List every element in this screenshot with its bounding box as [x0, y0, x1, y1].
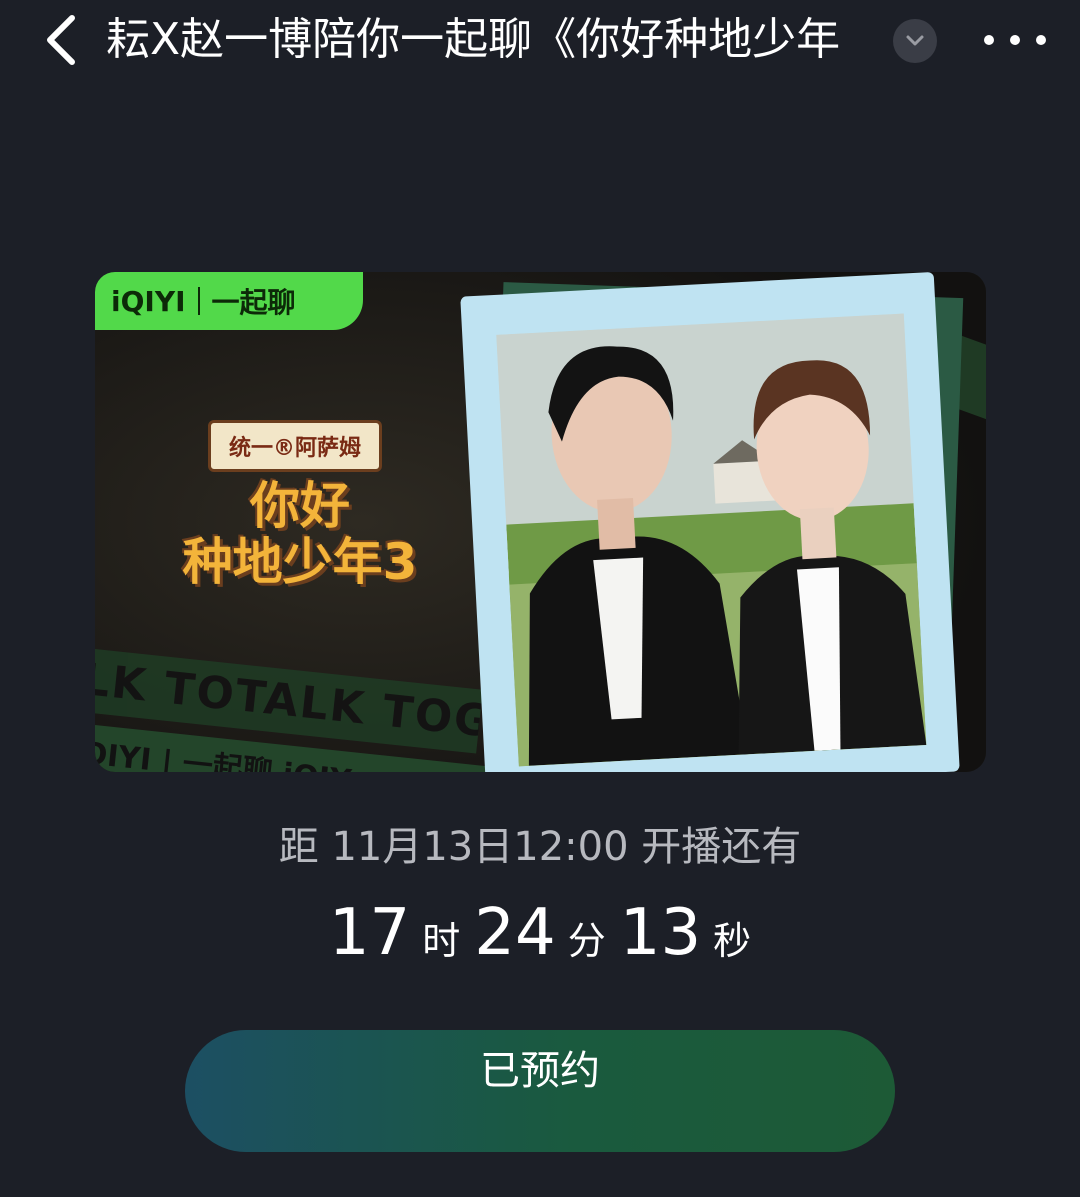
guest-photo — [496, 313, 927, 767]
chevron-down-icon — [906, 35, 924, 46]
more-dots-icon — [984, 35, 994, 45]
guest-photo-art — [496, 313, 927, 767]
expand-title-button[interactable] — [893, 19, 937, 63]
reserved-button[interactable]: 已预约 — [185, 1030, 895, 1152]
brand-divider — [197, 287, 200, 315]
show-logo: 统一®阿萨姆 你好 种地少年3 — [150, 412, 450, 612]
countdown-minutes: 24 — [474, 896, 556, 970]
top-bar: 耘X赵一博陪你一起聊《你好种地少年 — [0, 0, 1080, 80]
photo-frame — [460, 272, 960, 772]
page-title: 耘X赵一博陪你一起聊《你好种地少年 — [106, 14, 841, 65]
sponsor-sign: 统一®阿萨姆 — [208, 420, 382, 472]
countdown-hours: 17 — [328, 896, 411, 970]
countdown-seconds: 13 — [619, 896, 702, 970]
show-logo-title: 你好 种地少年3 — [150, 478, 450, 590]
live-reservation-page: 耘X赵一博陪你一起聊《你好种地少年 iQIYI 一起聊 统一®阿萨姆 你好 种地… — [0, 0, 1080, 1197]
countdown-hours-unit: 时 — [422, 919, 461, 963]
more-options-button[interactable] — [984, 20, 1046, 60]
countdown-caption: 距 11月13日12:00 开播还有 — [278, 824, 802, 870]
back-button[interactable] — [36, 10, 86, 70]
brand-name: iQIYI — [111, 284, 186, 318]
show-banner[interactable]: iQIYI 一起聊 统一®阿萨姆 你好 种地少年3 LK TOTALK TOG … — [95, 272, 986, 772]
brand-subtitle: 一起聊 — [211, 286, 296, 319]
show-logo-line2: 种地少年3 — [182, 533, 418, 591]
iqiyi-brand-tag: iQIYI 一起聊 — [95, 272, 363, 330]
countdown-minutes-unit: 分 — [567, 919, 606, 963]
show-logo-line1: 你好 — [250, 477, 350, 535]
countdown-seconds-unit: 秒 — [713, 919, 752, 963]
reserved-button-label: 已预约 — [480, 1048, 600, 1094]
chevron-left-icon — [47, 15, 75, 65]
countdown-timer: 17 时 24 分 13 秒 — [0, 896, 1080, 978]
